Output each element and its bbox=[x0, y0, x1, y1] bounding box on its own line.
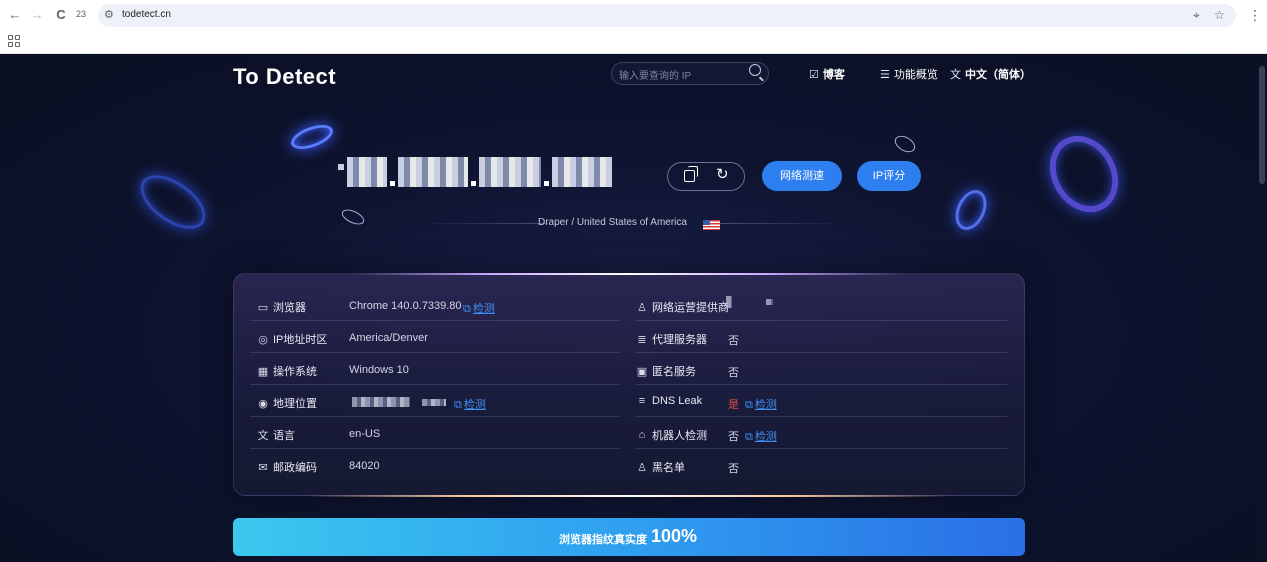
postal-code-label: ✉ 邮政编码 bbox=[258, 461, 317, 475]
decorative-ring bbox=[1036, 123, 1132, 225]
bot-detect-value: 否 bbox=[728, 431, 739, 443]
timezone-value: America/Denver bbox=[349, 332, 428, 344]
nav-blog[interactable]: ☑ 博客 bbox=[809, 66, 845, 82]
timezone-label: ◎ IP地址时区 bbox=[258, 333, 328, 347]
user-icon: ♙ bbox=[637, 301, 647, 314]
card-glow bbox=[353, 273, 903, 275]
decorative-ring bbox=[891, 132, 919, 156]
anonymous-label: ▣ 匿名服务 bbox=[636, 365, 696, 379]
dns-leak-value: 是 bbox=[728, 399, 739, 411]
decorative-ring bbox=[131, 164, 215, 240]
forward-icon[interactable]: → bbox=[28, 6, 46, 24]
language-value: en-US bbox=[349, 428, 381, 440]
map-pin-icon: ◉ bbox=[258, 397, 268, 410]
page-scrollbar[interactable] bbox=[1257, 54, 1267, 562]
location-pin-icon: ◎ bbox=[258, 333, 268, 346]
blacklist-value: 否 bbox=[728, 463, 739, 475]
browser-detect-link[interactable]: ⧉ 检测 bbox=[463, 300, 495, 316]
detect-icon: ⧉ bbox=[745, 399, 753, 411]
menu-list-icon: ☰ bbox=[880, 69, 890, 81]
database-icon: ≣ bbox=[637, 333, 647, 346]
anonymous-value: 否 bbox=[728, 367, 739, 379]
site-info-icon[interactable]: ⚙ bbox=[104, 8, 114, 21]
translate-icon: 文 bbox=[950, 69, 961, 81]
speed-test-button[interactable]: 网络测速 bbox=[762, 161, 842, 191]
blacklist-label: ♙ 黑名单 bbox=[637, 461, 685, 475]
id-card-icon: ▣ bbox=[636, 365, 648, 378]
proxy-label: ≣ 代理服务器 bbox=[637, 333, 707, 347]
isp-label: ♙ 网络运营提供商 bbox=[637, 301, 729, 315]
grid-icon: ▦ bbox=[257, 365, 269, 378]
decorative-ring bbox=[339, 206, 367, 228]
edit-icon: ☑ bbox=[809, 69, 819, 81]
decorative-ring bbox=[287, 120, 337, 154]
user-block-icon: ♙ bbox=[637, 461, 647, 474]
bookmarks-bar bbox=[0, 30, 1267, 54]
server-icon: ≡ bbox=[638, 395, 646, 407]
detect-icon: ⧉ bbox=[454, 399, 462, 411]
location-icon[interactable]: ⌖ bbox=[1193, 8, 1200, 23]
os-label: ▦ 操作系统 bbox=[257, 365, 317, 379]
detect-icon: ⧉ bbox=[463, 303, 471, 315]
geo-detect-link[interactable]: ⧉ 检测 bbox=[454, 396, 486, 412]
browser-menu-icon[interactable]: ⋮ bbox=[1248, 7, 1262, 24]
scroll-thumb[interactable] bbox=[1259, 66, 1265, 184]
os-value: Windows 10 bbox=[349, 364, 409, 376]
fingerprint-score-value: 100% bbox=[651, 526, 698, 546]
nav-features[interactable]: ☰ 功能概览 bbox=[880, 66, 938, 82]
reload-icon[interactable]: C bbox=[52, 6, 70, 24]
ip-search-placeholder: 输入要查询的 IP bbox=[619, 71, 692, 82]
browser-icon: ▭ bbox=[257, 301, 269, 314]
url-text[interactable]: todetect.cn bbox=[122, 9, 171, 20]
tab-count[interactable]: 23 bbox=[76, 9, 86, 19]
robot-icon: ⌂ bbox=[638, 429, 646, 441]
geo-location-obscured bbox=[352, 397, 410, 407]
address-bar[interactable] bbox=[98, 4, 1236, 27]
geo-location-obscured bbox=[422, 399, 446, 406]
copy-icon[interactable] bbox=[684, 166, 698, 182]
ip-address-obscured bbox=[338, 154, 612, 190]
bot-detect-label: ⌂ 机器人检测 bbox=[636, 427, 707, 443]
nav-language[interactable]: 文中文（简体） bbox=[950, 66, 1031, 82]
browser-label: ▭ 浏览器 bbox=[257, 301, 306, 315]
detect-icon: ⧉ bbox=[745, 431, 753, 443]
isp-obscured bbox=[766, 299, 773, 305]
site-logo[interactable]: To Detect bbox=[233, 64, 336, 90]
search-icon[interactable] bbox=[749, 64, 761, 76]
card-glow bbox=[303, 495, 953, 497]
refresh-icon[interactable]: ↻ bbox=[716, 167, 729, 182]
ip-score-button[interactable]: IP评分 bbox=[857, 161, 921, 191]
us-flag-icon bbox=[703, 220, 720, 230]
language-label: 文语言 bbox=[257, 427, 296, 443]
dns-leak-detect-link[interactable]: ⧉ 检测 bbox=[745, 396, 777, 412]
browser-value: Chrome 140.0.7339.80 bbox=[349, 300, 462, 312]
decorative-ring bbox=[949, 185, 993, 235]
geo-location-label: ◉ 地理位置 bbox=[258, 397, 317, 411]
bot-detect-link[interactable]: ⧉ 检测 bbox=[745, 428, 777, 444]
dns-leak-label: ≡ DNS Leak bbox=[636, 395, 702, 407]
postal-code-value: 84020 bbox=[349, 460, 380, 472]
apps-grid-icon[interactable] bbox=[8, 35, 20, 47]
isp-obscured bbox=[726, 296, 732, 308]
bookmark-star-icon[interactable]: ☆ bbox=[1214, 8, 1225, 22]
mail-icon: ✉ bbox=[258, 461, 268, 474]
back-icon[interactable]: ← bbox=[6, 6, 24, 24]
ip-location: Draper / United States of America bbox=[538, 217, 687, 228]
proxy-value: 否 bbox=[728, 335, 739, 347]
fingerprint-score-label: 浏览器指纹真实度 bbox=[559, 534, 647, 546]
ip-actions-group bbox=[667, 162, 745, 191]
page: To Detect 输入要查询的 IP ☑ 博客 ☰ 功能概览 文中文（简体） ↻ … bbox=[0, 54, 1267, 562]
translate-icon: 文 bbox=[257, 430, 269, 442]
